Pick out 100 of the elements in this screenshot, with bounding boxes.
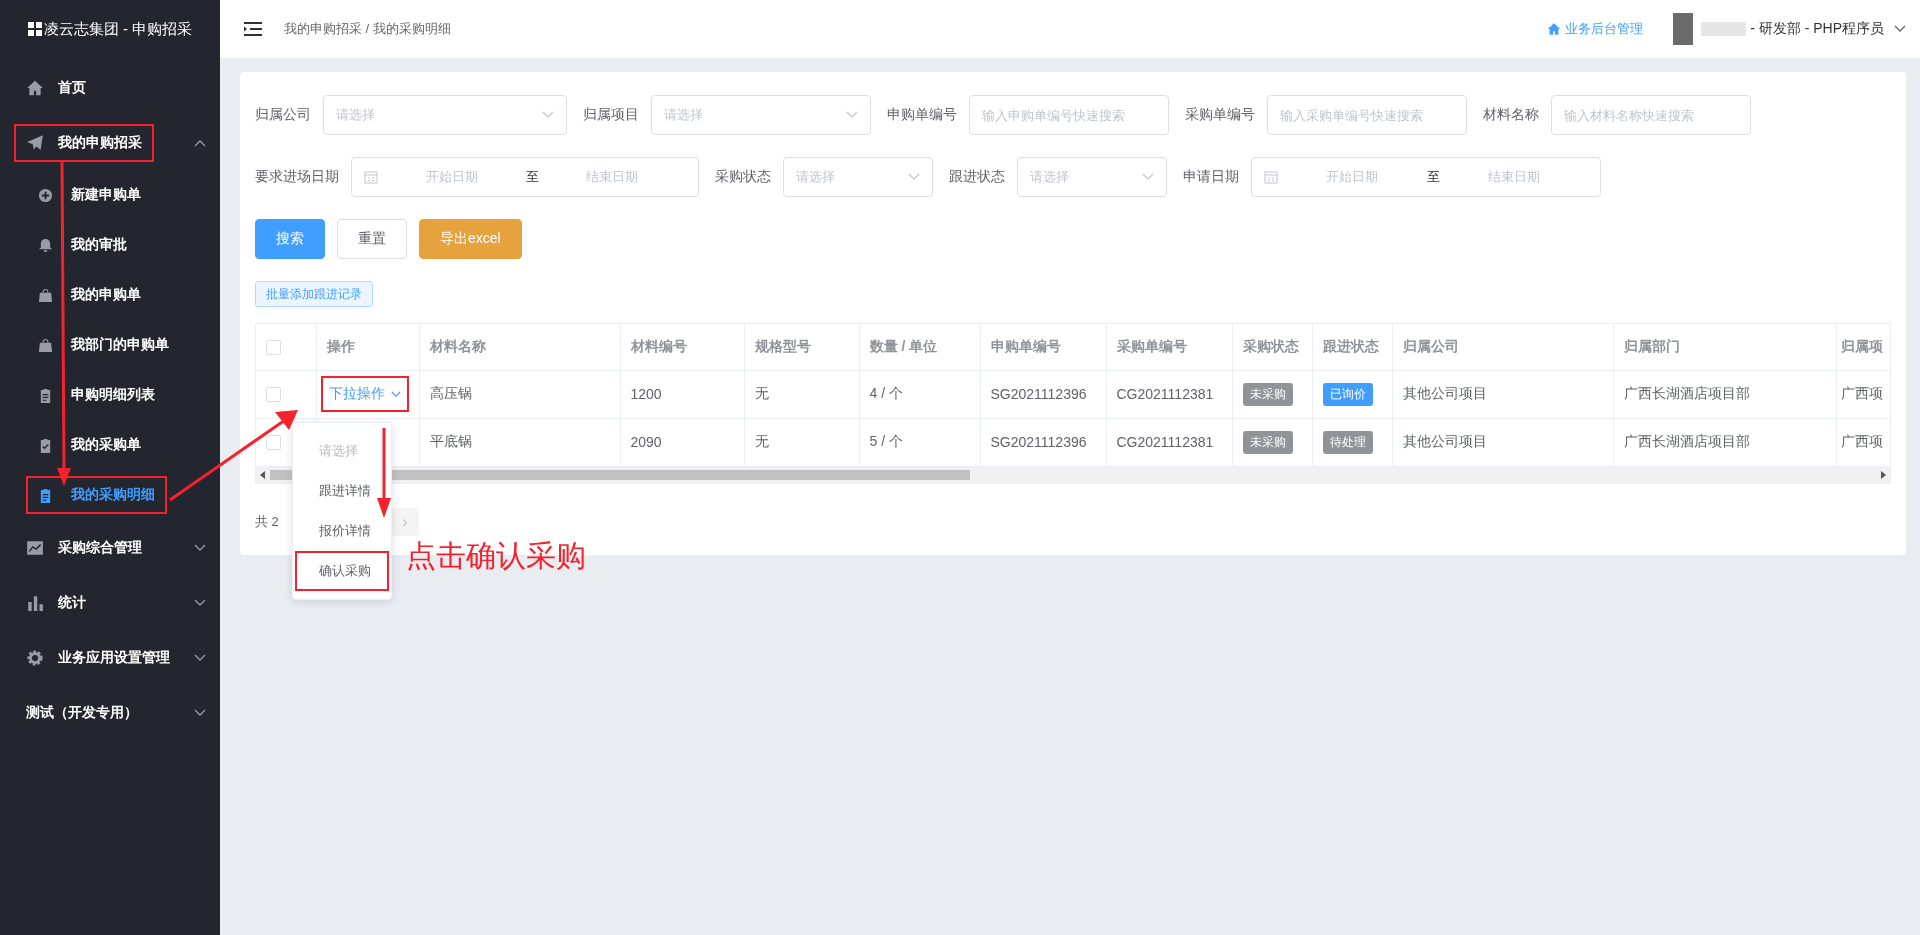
line-chart-icon bbox=[26, 538, 44, 557]
sidebar-menu-item[interactable]: 测试（开发专用） bbox=[14, 693, 150, 732]
checkbox[interactable] bbox=[266, 387, 281, 403]
table-cell: 2090 bbox=[630, 434, 662, 450]
dropdown-item[interactable]: 报价详情 bbox=[295, 511, 389, 551]
filter-label: 归属公司 bbox=[255, 106, 311, 124]
breadcrumb: 我的申购招采 / 我的采购明细 bbox=[284, 20, 451, 38]
column-header: 材料名称 bbox=[429, 337, 486, 354]
plus-circle-icon bbox=[38, 187, 53, 203]
sidebar-submenu-item[interactable]: 我部门的申购单 bbox=[26, 326, 181, 364]
filter-label: 要求进场日期 bbox=[255, 168, 339, 186]
calendar-icon bbox=[1264, 170, 1278, 184]
search-field[interactable]: 输入采购单编号快速搜索 bbox=[1267, 95, 1467, 135]
table-cell: 广西长湖酒店项目部 bbox=[1623, 385, 1750, 401]
clipboard-icon bbox=[38, 387, 53, 403]
status-tag: 未采购 bbox=[1242, 382, 1293, 406]
table-cell: 平底锅 bbox=[429, 433, 472, 449]
sidebar-menu-item[interactable]: 采购综合管理 bbox=[14, 528, 154, 567]
sidebar-submenu-item[interactable]: 我的采购明细 bbox=[26, 476, 167, 514]
dropdown-item[interactable]: 确认采购 bbox=[295, 551, 389, 591]
search-field[interactable]: 输入材料名称快速搜索 bbox=[1551, 95, 1751, 135]
checkbox[interactable] bbox=[266, 435, 281, 451]
chevron-down-icon[interactable] bbox=[194, 653, 206, 662]
filter-label: 采购状态 bbox=[715, 168, 771, 186]
table-cell: CG2021112381 bbox=[1116, 386, 1214, 402]
home-icon[interactable] bbox=[1547, 22, 1562, 36]
sidebar-menu-item[interactable]: 我的申购招采 bbox=[14, 123, 154, 162]
clipboard-icon bbox=[38, 487, 53, 503]
table-cell: CG2021112381 bbox=[1116, 434, 1214, 450]
column-header: 采购单编号 bbox=[1116, 337, 1187, 354]
sidebar-submenu-item[interactable]: 我的审批 bbox=[26, 226, 139, 264]
table-cell: 广西项 bbox=[1840, 433, 1883, 449]
table-cell: SG2021112396 bbox=[990, 386, 1087, 402]
table-cell: 高压锅 bbox=[429, 385, 472, 401]
table-cell: 广西项 bbox=[1840, 385, 1883, 401]
table-cell: 无 bbox=[754, 433, 769, 449]
chevron-down-icon[interactable] bbox=[194, 598, 206, 607]
bell-icon bbox=[38, 237, 53, 253]
bag-icon bbox=[38, 287, 53, 303]
annotation-text: 点击确认采购 bbox=[406, 538, 586, 574]
dropdown-item[interactable]: 跟进详情 bbox=[295, 471, 389, 511]
filter-label: 申请日期 bbox=[1183, 168, 1239, 186]
chevron-up-icon[interactable] bbox=[194, 138, 206, 147]
filter-label: 材料名称 bbox=[1483, 106, 1539, 124]
date-range-field[interactable]: 开始日期 至 结束日期 bbox=[1251, 157, 1601, 197]
table-cell: 1200 bbox=[630, 386, 662, 402]
scroll-right-icon[interactable] bbox=[1880, 470, 1886, 479]
bag-icon bbox=[38, 337, 53, 353]
column-header: 规格型号 bbox=[754, 337, 811, 354]
filter-label: 采购单编号 bbox=[1185, 106, 1255, 124]
sidebar-menu-item[interactable]: 首页 bbox=[14, 68, 98, 107]
column-header: 归属公司 bbox=[1402, 337, 1459, 354]
status-tag: 未采购 bbox=[1242, 430, 1293, 454]
column-header: 材料编号 bbox=[630, 337, 687, 354]
sidebar-submenu-item[interactable]: 新建申购单 bbox=[26, 176, 153, 214]
sidebar-submenu-item[interactable]: 我的申购单 bbox=[26, 276, 153, 314]
column-header: 跟进状态 bbox=[1322, 337, 1379, 354]
checkbox[interactable] bbox=[266, 340, 281, 356]
table-cell: 其他公司项目 bbox=[1402, 433, 1487, 449]
sidebar-menu-item[interactable]: 统计 bbox=[14, 583, 98, 622]
table-cell: 其他公司项目 bbox=[1402, 385, 1487, 401]
status-tag: 待处理 bbox=[1322, 430, 1373, 454]
chevron-down-icon[interactable] bbox=[194, 708, 206, 717]
sidebar-submenu-item[interactable]: 申购明细列表 bbox=[26, 376, 167, 414]
chevron-down-icon[interactable] bbox=[194, 543, 206, 552]
chevron-down-icon bbox=[390, 390, 401, 398]
column-header: 数量 / 单位 bbox=[869, 337, 938, 354]
table-cell: 5 / 个 bbox=[869, 433, 903, 449]
settings-icon bbox=[26, 648, 44, 667]
default-button[interactable]: 重置 bbox=[337, 219, 407, 259]
table-cell: 广西长湖酒店项目部 bbox=[1623, 433, 1750, 449]
total-count: 共 2 bbox=[255, 512, 279, 531]
clipboard-check-icon bbox=[38, 437, 53, 453]
column-header: 操作 bbox=[326, 337, 355, 354]
table-cell: SG2021112396 bbox=[990, 434, 1087, 450]
avatar-placeholder[interactable] bbox=[1673, 13, 1694, 45]
blurred-name bbox=[1701, 22, 1747, 36]
column-header: 归属项 bbox=[1840, 337, 1883, 354]
filter-label: 申购单编号 bbox=[887, 106, 957, 124]
chevron-down-icon[interactable] bbox=[1894, 25, 1906, 33]
home-icon bbox=[26, 78, 44, 97]
table-cell: 4 / 个 bbox=[869, 385, 903, 401]
status-tag: 已询价 bbox=[1322, 382, 1373, 406]
table-cell: 无 bbox=[754, 385, 769, 401]
date-range-field[interactable]: 开始日期 至 结束日期 bbox=[351, 157, 699, 197]
bar-chart-icon bbox=[26, 593, 44, 612]
filter-label: 归属项目 bbox=[583, 106, 639, 124]
search-field[interactable]: 输入申购单编号快速搜索 bbox=[969, 95, 1169, 135]
sidebar-submenu-item[interactable]: 我的采购单 bbox=[26, 426, 153, 464]
menu-icon[interactable] bbox=[244, 22, 262, 36]
app-title: 凌云志集团 - 申购招采 bbox=[0, 12, 220, 46]
column-header: 归属部门 bbox=[1623, 337, 1680, 354]
paper-plane-icon bbox=[26, 133, 44, 152]
filter-label: 跟进状态 bbox=[949, 168, 1005, 186]
column-header: 申购单编号 bbox=[990, 337, 1061, 354]
grid-logo-icon bbox=[27, 22, 42, 36]
scroll-left-icon[interactable] bbox=[260, 470, 266, 479]
column-header: 采购状态 bbox=[1242, 337, 1299, 354]
sidebar-menu-item[interactable]: 业务应用设置管理 bbox=[14, 638, 182, 677]
user-role[interactable]: - 研发部 - PHP程序员 bbox=[1750, 20, 1884, 38]
